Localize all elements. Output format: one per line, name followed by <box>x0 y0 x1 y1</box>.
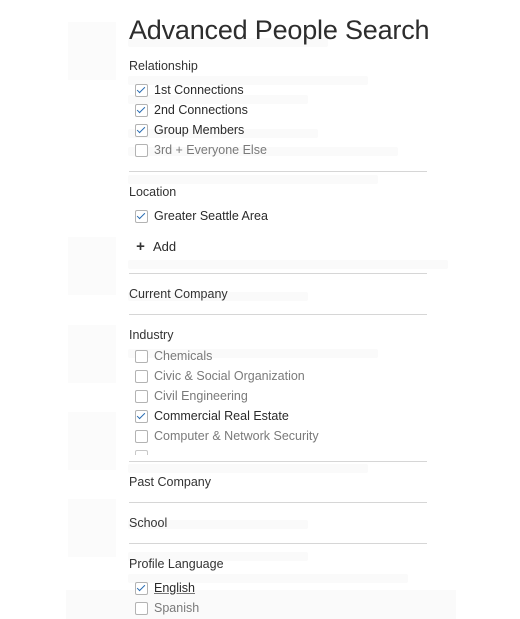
checkbox-checked-icon[interactable] <box>135 103 148 117</box>
section-divider <box>129 461 427 462</box>
option-label: 3rd + Everyone Else <box>154 143 267 157</box>
section-divider <box>129 171 427 172</box>
checkbox-civil-engineering[interactable]: Civil Engineering <box>135 387 248 405</box>
checkbox-unchecked-icon[interactable] <box>135 601 148 615</box>
add-label: Add <box>153 239 177 254</box>
checkbox-group-members[interactable]: Group Members <box>135 121 244 139</box>
section-divider <box>129 314 427 315</box>
option-label: Civil Engineering <box>154 389 248 403</box>
checkbox-checked-icon[interactable] <box>135 209 148 223</box>
checkbox-checked-icon[interactable] <box>135 123 148 137</box>
checkbox-chemicals[interactable]: Chemicals <box>135 347 212 365</box>
section-title-current-company[interactable]: Current Company <box>129 287 228 301</box>
checkbox-civic-social-organization[interactable]: Civic & Social Organization <box>135 367 305 385</box>
checkbox-3rd-everyone-else[interactable]: 3rd + Everyone Else <box>135 141 267 159</box>
section-title-relationship: Relationship <box>129 59 198 73</box>
add-location-button[interactable]: + Add <box>135 239 176 254</box>
checkbox-unchecked-icon[interactable] <box>135 369 148 383</box>
option-label: Spanish <box>154 601 200 615</box>
option-label: Chemicals <box>154 349 213 363</box>
checkbox-spanish[interactable]: Spanish <box>135 599 199 617</box>
checkbox-english[interactable]: English <box>135 579 195 597</box>
checkbox-greater-seattle-area[interactable]: Greater Seattle Area <box>135 207 268 225</box>
option-label: Greater Seattle Area <box>154 209 268 223</box>
section-title-profile-language: Profile Language <box>129 557 224 571</box>
checkbox-2nd-connections[interactable]: 2nd Connections <box>135 101 248 119</box>
option-label: 1st Connections <box>154 83 244 97</box>
section-divider <box>129 543 427 544</box>
checkbox-unchecked-icon[interactable] <box>135 143 148 157</box>
option-label: Group Members <box>154 123 245 137</box>
checkbox-unchecked-icon[interactable] <box>135 429 148 443</box>
option-label: English <box>154 581 195 595</box>
section-title-location: Location <box>129 185 177 199</box>
option-label: Civic & Social Organization <box>154 369 305 383</box>
scroll-cutoff-checkbox <box>135 450 148 455</box>
option-label: 2nd Connections <box>154 103 248 117</box>
checkbox-computer-network-security[interactable]: Computer & Network Security <box>135 427 319 445</box>
section-title-industry: Industry <box>129 328 174 342</box>
option-label: Commercial Real Estate <box>154 409 289 423</box>
section-title-school[interactable]: School <box>129 516 167 530</box>
plus-icon: + <box>136 238 145 255</box>
section-divider <box>129 273 427 274</box>
section-divider <box>129 502 427 503</box>
checkbox-checked-icon[interactable] <box>135 83 148 97</box>
checkbox-checked-icon[interactable] <box>135 409 148 423</box>
checkbox-commercial-real-estate[interactable]: Commercial Real Estate <box>135 407 289 425</box>
checkbox-unchecked-icon[interactable] <box>135 349 148 363</box>
section-title-past-company[interactable]: Past Company <box>129 475 211 489</box>
option-label: Computer & Network Security <box>154 429 319 443</box>
modal-overlay <box>0 0 520 619</box>
checkbox-1st-connections[interactable]: 1st Connections <box>135 81 244 99</box>
checkbox-unchecked-icon[interactable] <box>135 389 148 403</box>
page-title: Advanced People Search <box>129 15 430 45</box>
checkbox-checked-icon[interactable] <box>135 581 148 595</box>
